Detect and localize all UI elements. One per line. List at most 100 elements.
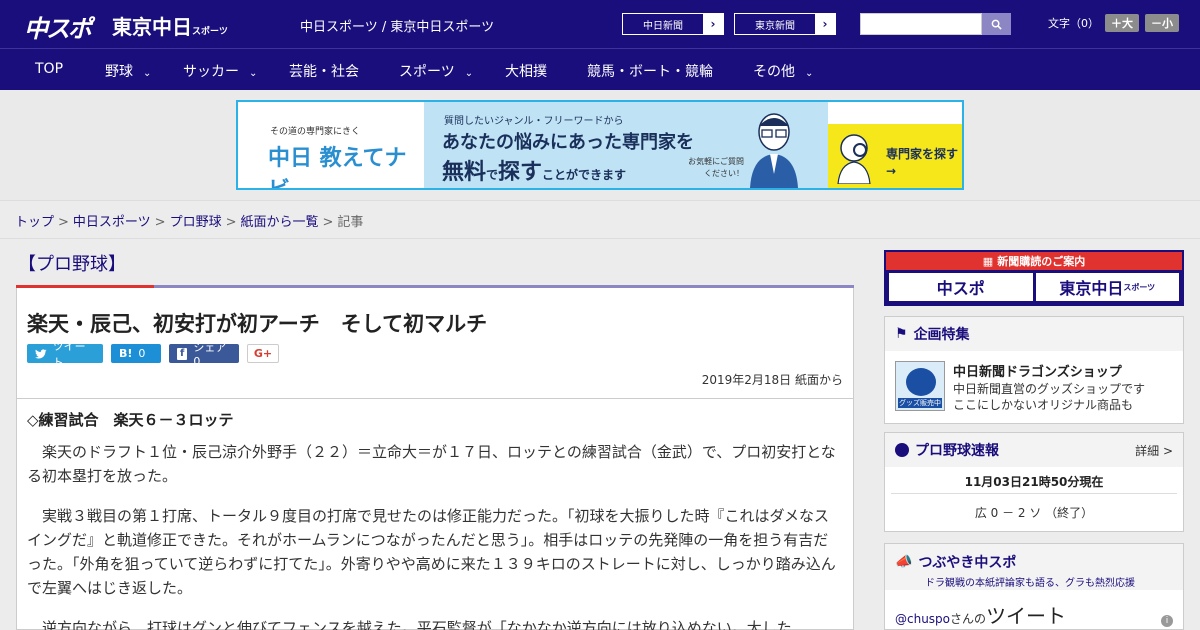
- nav-entertainment[interactable]: 芸能・社会: [289, 61, 359, 81]
- facebook-share-button[interactable]: f シェア 0: [169, 341, 239, 368]
- score-line[interactable]: 広 0 － 2 ソ （終了）: [885, 504, 1183, 521]
- breadcrumb-separator: >: [154, 215, 166, 230]
- feature-desc-line: ここにしかないオリジナル商品も: [953, 398, 1134, 412]
- chevron-right-icon: ›: [703, 14, 723, 34]
- scores-box-title: プロ野球速報: [915, 443, 999, 459]
- banner-can: ことができます: [542, 168, 627, 182]
- feature-item-title: 中日新聞ドラゴンズショップ: [953, 365, 1122, 380]
- tokyo-shimbun-button[interactable]: 東京新聞 ›: [734, 13, 836, 35]
- expert-illustration: [750, 113, 798, 188]
- breadcrumb: トップ > 中日スポーツ > プロ野球 > 紙面から一覧 > 記事: [0, 200, 1200, 239]
- share-buttons: ツイート B! 0 f シェア 0 G+: [27, 340, 279, 369]
- tweet-box-header: 📣 つぶやき中スポ ドラ観戦の本紙評論家も語る、グラも熱烈応援: [885, 544, 1183, 590]
- facebook-icon: f: [177, 347, 188, 360]
- chevron-down-icon: ⌄: [249, 68, 258, 79]
- tokyo-chunichi-logo[interactable]: 東京中日スポーツ: [112, 11, 228, 40]
- subscription-logos: 中スポ 東京中日 スポーツ: [886, 270, 1182, 304]
- article-body: 楽天のドラフト１位・辰己涼介外野手（２２）＝立命大＝が１７日、ロッテとの練習試合…: [27, 440, 843, 630]
- tweet-button[interactable]: ツイート: [27, 340, 103, 369]
- subscription-banner[interactable]: ▦ 新聞購読のご案内 中スポ 東京中日 スポーツ: [884, 250, 1184, 306]
- dragons-shop-image: グッズ販売中: [895, 361, 945, 411]
- subscription-label: 新聞購読のご案内: [997, 255, 1086, 268]
- nav-sumo[interactable]: 大相撲: [505, 61, 547, 81]
- magnifier-person-icon: [837, 134, 871, 184]
- chuspo-subscribe-logo[interactable]: 中スポ: [889, 273, 1033, 301]
- tweet-header: @chuspo さんの ツイート i: [895, 600, 1173, 629]
- article-title: 楽天・辰己、初安打が初アーチ そして初マルチ: [27, 312, 488, 336]
- nav-baseball-label: 野球: [105, 64, 133, 80]
- facebook-share-label: シェア 0: [193, 341, 227, 368]
- chevron-down-icon: ⌄: [143, 68, 152, 79]
- oshiete-navi-banner[interactable]: その道の専門家にきく 中日 教えてナビ 質問したいジャンル・フリーワードから あ…: [236, 100, 964, 190]
- article-paragraph: 逆方向ながら、打球はグンと伸びてフェンスを越えた。平石監督が「なかなか逆方向には…: [27, 619, 792, 630]
- tokyo-chunichi-subscribe-logo[interactable]: 東京中日 スポーツ: [1035, 273, 1179, 301]
- search-input[interactable]: [860, 13, 982, 35]
- tweet-user-suffix: さんの: [950, 612, 987, 626]
- chevron-down-icon: ⌄: [464, 68, 474, 79]
- twitter-icon: [35, 348, 47, 359]
- chevron-right-icon: ›: [815, 14, 835, 34]
- breadcrumb-pro-baseball[interactable]: プロ野球: [170, 215, 222, 230]
- banner-message-panel: 質問したいジャンル・フリーワードから あなたの悩みにあった専門家を 無料で探すこ…: [424, 102, 828, 188]
- breadcrumb-chunichi-sports[interactable]: 中日スポーツ: [73, 215, 151, 230]
- tokyo-chunichi-subscribe-small: スポーツ: [1123, 282, 1156, 292]
- breadcrumb-separator: >: [225, 215, 237, 230]
- nav-entertainment-label: 芸能・社会: [289, 64, 359, 80]
- banner-area: その道の専門家にきく 中日 教えてナビ 質問したいジャンル・フリーワードから あ…: [0, 90, 1200, 200]
- article-date: 2019年2月18日 紙面から: [701, 373, 843, 387]
- hatena-bookmark-button[interactable]: B! 0: [111, 344, 161, 363]
- baseball-scores-box: プロ野球速報 詳細 > 11月03日21時50分現在 広 0 － 2 ソ （終了…: [884, 432, 1184, 532]
- nav-sports-label: スポーツ: [399, 64, 455, 80]
- feature-item-desc: 中日新聞直営のグッズショップです ここにしかないオリジナル商品も: [953, 381, 1145, 413]
- font-size-label: 文字（0）: [1048, 17, 1099, 30]
- feature-item[interactable]: グッズ販売中 中日新聞ドラゴンズショップ 中日新聞直営のグッズショップです ここ…: [895, 361, 1173, 413]
- article-category: 【プロ野球】: [18, 254, 126, 275]
- tokyo-shimbun-label: 東京新聞: [755, 20, 795, 32]
- banner-cta-panel: 専門家を探す →: [828, 124, 962, 188]
- newspaper-icon: ▦: [982, 254, 994, 268]
- hatena-count: 0: [138, 347, 146, 360]
- breadcrumb-current: 記事: [337, 215, 364, 230]
- font-larger-button[interactable]: ＋大: [1105, 14, 1139, 32]
- main-nav: TOP 野球 ⌄ サッカー ⌄ 芸能・社会 スポーツ ⌄ 大相撲 競馬・ボート・競輪 …: [0, 48, 1200, 90]
- article-divider: [17, 398, 853, 399]
- feature-box-header: ⚑ 企画特集: [885, 317, 1183, 351]
- nav-other-label: その他: [753, 64, 795, 80]
- chunichi-shimbun-label: 中日新聞: [643, 20, 683, 32]
- article-paragraph: 実戦３戦目の第１打席、トータル９度目の打席で見せたのは修正能力だった。「初球を大…: [27, 507, 836, 597]
- chunichi-shimbun-button[interactable]: 中日新聞 ›: [622, 13, 724, 35]
- info-icon[interactable]: i: [1161, 615, 1173, 627]
- nav-soccer[interactable]: サッカー ⌄: [183, 61, 257, 81]
- nav-other[interactable]: その他 ⌄: [753, 61, 813, 81]
- google-plus-button[interactable]: G+: [247, 344, 279, 363]
- search-button[interactable]: [982, 13, 1011, 35]
- tweet-box: 📣 つぶやき中スポ ドラ観戦の本紙評論家も語る、グラも熱烈応援 @chuspo …: [884, 543, 1184, 630]
- breadcrumb-separator: >: [322, 215, 334, 230]
- tweet-label: ツイート: [52, 339, 86, 369]
- feature-box-title: 企画特集: [913, 327, 970, 343]
- scores-divider: [891, 493, 1177, 494]
- breadcrumb-top[interactable]: トップ: [15, 215, 54, 230]
- chuspo-logo[interactable]: 中スポ: [24, 9, 92, 44]
- site-name: 中日スポーツ / 東京中日スポーツ: [300, 20, 495, 35]
- scores-detail-link[interactable]: 詳細 >: [1135, 442, 1173, 459]
- article-subhead: ◇練習試合 楽天６－３ロッテ: [27, 411, 234, 429]
- search-box: [860, 13, 1011, 35]
- breadcrumb-paper-list[interactable]: 紙面から一覧: [241, 215, 319, 230]
- banner-de: で: [486, 168, 499, 182]
- nav-sports[interactable]: スポーツ ⌄: [399, 61, 473, 81]
- banner-search: 探す: [498, 160, 543, 185]
- tweet-user-link[interactable]: @chuspo: [895, 612, 950, 626]
- tweet-box-title-row: 📣 つぶやき中スポ: [895, 552, 1173, 572]
- subscription-header: ▦ 新聞購読のご案内: [886, 252, 1182, 270]
- font-smaller-button[interactable]: －小: [1145, 14, 1179, 32]
- scores-timestamp: 11月03日21時50分現在: [964, 475, 1104, 489]
- font-size-control: 文字（0） ＋大 －小: [1048, 14, 1179, 32]
- nav-baseball[interactable]: 野球 ⌄: [105, 61, 151, 81]
- megaphone-icon: 📣: [895, 554, 913, 570]
- nav-top[interactable]: TOP: [35, 61, 63, 77]
- banner-note: お気軽にご質問ください！: [688, 157, 744, 178]
- nav-sumo-label: 大相撲: [505, 64, 547, 80]
- dragons-mascot-icon: [906, 368, 936, 396]
- nav-racing[interactable]: 競馬・ボート・競輪: [587, 61, 713, 81]
